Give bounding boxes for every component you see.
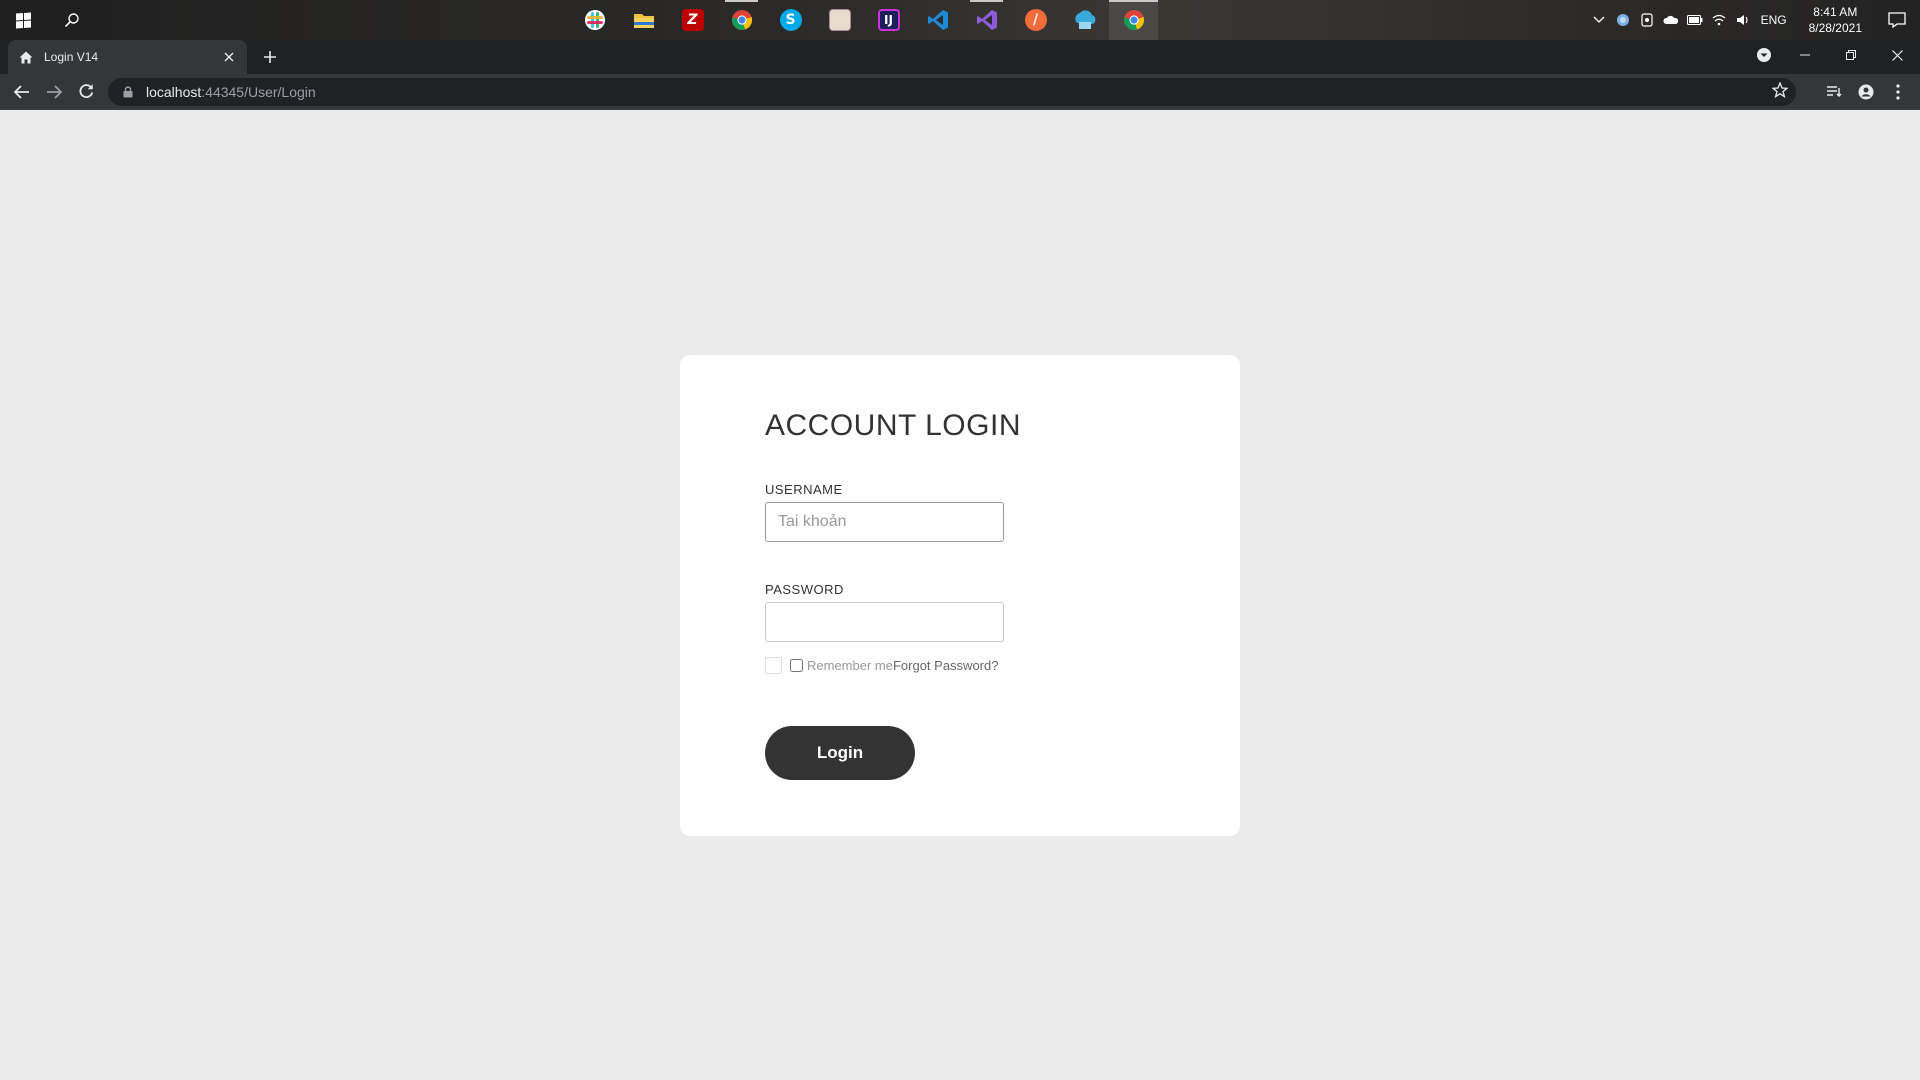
- network-app-icon: [1074, 10, 1095, 29]
- search-icon: [64, 13, 79, 28]
- taskbar-app-vscode[interactable]: [913, 0, 962, 40]
- taskbar-app-filezilla[interactable]: Z: [668, 0, 717, 40]
- taskbar-app-network-tool[interactable]: [1060, 0, 1109, 40]
- password-input[interactable]: [765, 602, 1004, 642]
- browser-tab-login[interactable]: Login V14: [8, 40, 247, 74]
- username-label: USERNAME: [765, 482, 843, 497]
- page-title: ACCOUNT LOGIN: [765, 409, 1021, 442]
- taskbar-app-chrome[interactable]: [717, 0, 766, 40]
- taskbar-app-slack[interactable]: [570, 0, 619, 40]
- onedrive-cloud-icon[interactable]: [1659, 0, 1683, 40]
- clock-date: 8/28/2021: [1808, 21, 1862, 35]
- taskbar-app-skype[interactable]: S: [766, 0, 815, 40]
- close-icon: [1891, 49, 1903, 61]
- notification-icon: [1888, 12, 1906, 28]
- vscode-icon: [927, 10, 948, 30]
- taskbar-app-image-viewer[interactable]: [815, 0, 864, 40]
- back-button[interactable]: [6, 76, 38, 108]
- intellij-icon: IJ: [877, 9, 900, 31]
- language-indicator[interactable]: ENG: [1755, 13, 1797, 27]
- taskbar-search-button[interactable]: [46, 0, 98, 40]
- browser-toolbar: localhost:44345/User/Login: [0, 74, 1920, 110]
- tab-title: Login V14: [44, 50, 99, 64]
- remember-me-label[interactable]: Remember me: [807, 658, 893, 673]
- start-button[interactable]: [0, 0, 46, 40]
- chrome-icon: [731, 10, 752, 30]
- chevron-down-circle-icon: [1757, 48, 1771, 62]
- arrow-right-icon: [47, 84, 62, 99]
- reload-icon: [78, 84, 93, 98]
- bookmark-star-icon[interactable]: [1771, 81, 1789, 103]
- toolbar-right-actions: [1818, 76, 1914, 108]
- arrow-left-icon: [14, 84, 29, 99]
- postman-icon: /: [1024, 9, 1047, 31]
- restore-button[interactable]: [1828, 40, 1874, 70]
- windows-icon: [15, 11, 31, 29]
- window-controls: [1746, 40, 1920, 74]
- page-content: ACCOUNT LOGIN USERNAME PASSWORD Remember…: [0, 110, 1920, 1080]
- taskbar-app-file-explorer[interactable]: [619, 0, 668, 40]
- taskbar-app-intellij[interactable]: IJ: [864, 0, 913, 40]
- network-globe-icon[interactable]: [1611, 0, 1635, 40]
- wifi-icon[interactable]: [1707, 0, 1731, 40]
- profile-button[interactable]: [1850, 76, 1882, 108]
- password-label: PASSWORD: [765, 582, 844, 597]
- taskbar-clock[interactable]: 8:41 AM 8/28/2021: [1797, 4, 1874, 36]
- windows-taskbar: Z S IJ / ENG 8:41 AM 8/28/2021: [0, 0, 1920, 40]
- system-tray: ENG 8:41 AM 8/28/2021: [1587, 0, 1920, 40]
- remember-styled-checkbox[interactable]: [765, 657, 782, 674]
- taskbar-app-postman[interactable]: /: [1011, 0, 1060, 40]
- forgot-password-link[interactable]: Forgot Password?: [893, 658, 999, 673]
- media-queue-icon: [1827, 86, 1842, 97]
- taskbar-app-chrome-active[interactable]: [1109, 0, 1158, 40]
- login-button[interactable]: Login: [765, 726, 915, 780]
- new-tab-button[interactable]: [256, 45, 284, 69]
- chrome-icon: [1123, 10, 1144, 30]
- filezilla-icon: Z: [681, 9, 704, 31]
- visual-studio-icon: [976, 10, 997, 30]
- action-center-button[interactable]: [1874, 0, 1920, 40]
- reload-button[interactable]: [70, 76, 102, 108]
- taskbar-app-visual-studio[interactable]: [962, 0, 1011, 40]
- battery-icon[interactable]: [1683, 0, 1707, 40]
- folder-icon: [633, 14, 654, 28]
- forward-button[interactable]: [38, 76, 70, 108]
- username-input[interactable]: [765, 502, 1004, 542]
- tab-search-button[interactable]: [1746, 40, 1782, 70]
- clock-time: 8:41 AM: [1813, 5, 1858, 19]
- device-icon[interactable]: [1635, 0, 1659, 40]
- url-host: localhost: [146, 84, 202, 100]
- skype-icon: S: [779, 9, 802, 31]
- address-bar[interactable]: localhost:44345/User/Login: [108, 78, 1796, 106]
- login-card: ACCOUNT LOGIN USERNAME PASSWORD Remember…: [680, 355, 1240, 836]
- chevron-up-icon[interactable]: [1587, 0, 1611, 40]
- browser-tab-strip: Login V14: [0, 40, 1920, 74]
- tab-close-icon[interactable]: [221, 49, 237, 65]
- menu-button[interactable]: [1882, 76, 1914, 108]
- reading-list-button[interactable]: [1818, 76, 1850, 108]
- remember-row: Remember me Forgot Password?: [765, 657, 998, 674]
- home-favicon-icon: [18, 49, 34, 65]
- plus-icon: [264, 51, 276, 63]
- close-window-button[interactable]: [1874, 40, 1920, 70]
- remember-me-checkbox[interactable]: [790, 659, 803, 672]
- kebab-menu-icon: [1896, 84, 1900, 100]
- profile-icon: [1858, 84, 1874, 100]
- volume-icon[interactable]: [1731, 0, 1755, 40]
- lock-icon[interactable]: [120, 86, 136, 98]
- slack-icon: [584, 10, 605, 30]
- url-path: :44345/User/Login: [201, 84, 316, 100]
- image-app-icon: [828, 9, 851, 31]
- minimize-icon: [1800, 54, 1810, 56]
- restore-icon: [1846, 50, 1856, 60]
- minimize-button[interactable]: [1782, 40, 1828, 70]
- taskbar-pinned-apps: Z S IJ /: [570, 0, 1158, 40]
